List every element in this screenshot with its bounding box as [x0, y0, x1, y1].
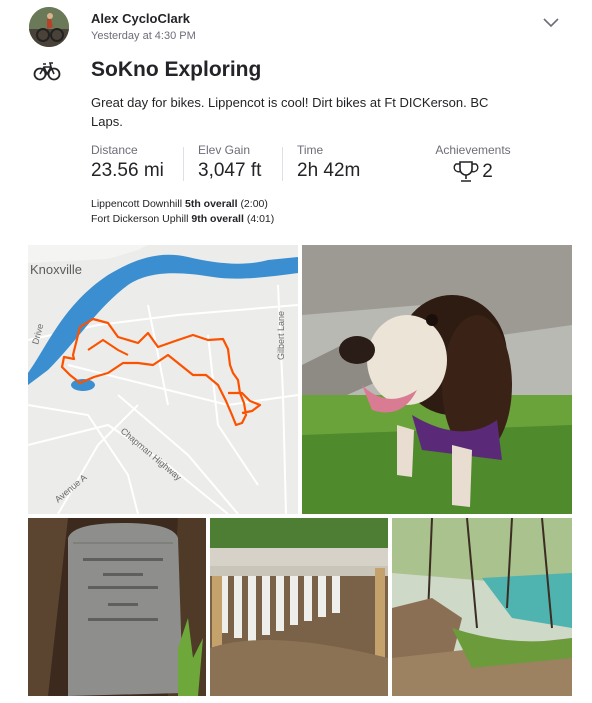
map-street-label: Gilbert Lane	[276, 311, 286, 360]
stat-achievements[interactable]: Achievements 2	[433, 143, 513, 184]
stat-distance: Distance 23.56 mi	[91, 143, 164, 182]
stat-value: 23.56 mi	[91, 160, 164, 181]
stat-time: Time 2h 42m	[297, 143, 360, 182]
stat-label: Time	[297, 143, 324, 157]
stat-elevation: Elev Gain 3,047 ft	[198, 143, 261, 182]
segment-rank: 5th overall	[184, 198, 238, 210]
stat-value: 3,047 ft	[198, 160, 262, 181]
athlete-avatar[interactable]	[29, 7, 69, 47]
athlete-name[interactable]: Alex CycloClark	[91, 11, 190, 26]
trophy-icon	[453, 160, 479, 184]
achievements-count: 2	[482, 161, 493, 182]
segment-rank: 9th overall	[191, 213, 244, 225]
route-map[interactable]: Knoxville Chapman Highway Gilbert Lane A…	[28, 245, 298, 514]
activity-title[interactable]: SoKno Exploring	[91, 58, 261, 82]
xylophone-photo[interactable]	[210, 518, 388, 696]
stat-label: Elev Gain	[198, 143, 251, 157]
activity-description: Great day for bikes. Lippencot is cool! …	[91, 95, 489, 129]
stat-value: 2h 42m	[297, 160, 361, 181]
stat-divider	[282, 147, 283, 181]
overlook-photo[interactable]	[392, 518, 572, 696]
map-place-label: Knoxville	[30, 262, 82, 277]
post-timestamp: Yesterday at 4:30 PM	[91, 30, 196, 42]
segment-time: (2:00)	[240, 198, 268, 210]
stat-divider	[183, 147, 184, 181]
segment-name: Fort Dickerson Uphill	[91, 213, 189, 225]
dog-photo[interactable]	[302, 245, 572, 514]
chevron-down-icon[interactable]	[541, 14, 561, 30]
stat-label: Achievements	[435, 143, 511, 157]
segment-row[interactable]: Fort Dickerson Uphill 9th overall (4:01)	[91, 213, 274, 225]
segment-time: (4:01)	[246, 213, 275, 225]
gravestone-photo[interactable]	[28, 518, 206, 696]
segment-row[interactable]: Lippencott Downhill 5th overall (2:00)	[91, 198, 268, 210]
stat-label: Distance	[91, 143, 138, 157]
segment-name: Lippencott Downhill	[91, 198, 183, 210]
bicycle-icon	[33, 60, 61, 82]
